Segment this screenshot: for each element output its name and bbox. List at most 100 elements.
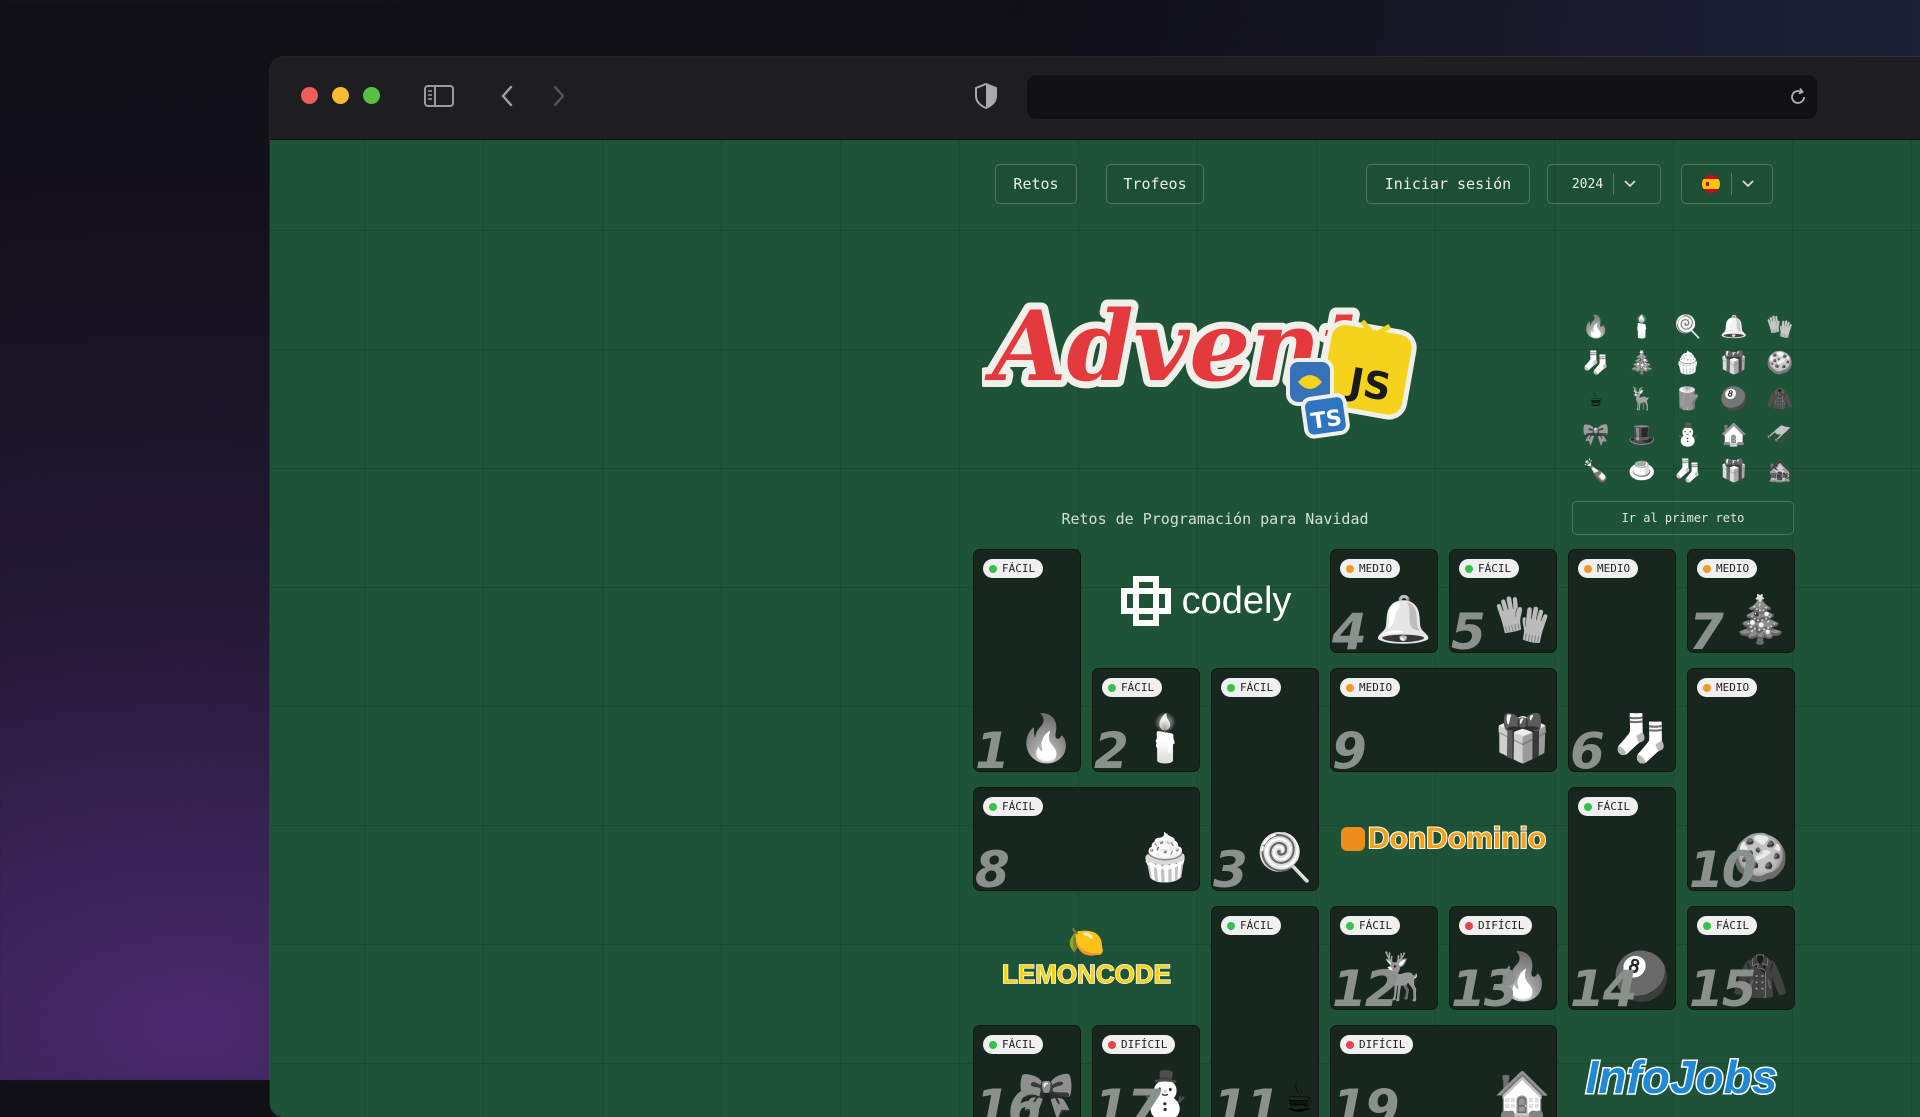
ts-badge: TS (1309, 406, 1343, 435)
infojobs-sponsor[interactable]: InfoJobs (1568, 1025, 1795, 1117)
language-select[interactable] (1681, 164, 1773, 204)
sock-icon[interactable]: 🧦 (1665, 459, 1711, 485)
day-tile-14[interactable]: FÁCIL 🎱 14 (1568, 787, 1676, 1010)
retos-link[interactable]: Retos (995, 164, 1077, 204)
day-number: 16 (975, 1079, 1043, 1117)
day-tile-8[interactable]: FÁCIL 🧁 8 (973, 787, 1200, 891)
spain-flag-icon (1701, 175, 1720, 193)
reload-icon[interactable] (1787, 86, 1809, 108)
stocking-icon: 🧦 (1612, 711, 1670, 765)
pudding-icon[interactable]: 🍮 (1619, 459, 1665, 485)
lemoncode-sponsor[interactable]: 🍋 LEMONCODE (973, 906, 1200, 1010)
reindeer-icon[interactable]: 🦌 (1619, 387, 1665, 413)
mitten-icon[interactable]: 🧤 (1757, 315, 1803, 341)
candle-icon[interactable]: 🕯️ (1619, 315, 1665, 341)
difficulty-label: FÁCIL (1002, 1038, 1036, 1051)
difficulty-label: MEDIO (1716, 681, 1750, 694)
trofeos-label: Trofeos (1123, 175, 1187, 193)
difficulty-label: MEDIO (1359, 681, 1393, 694)
chimney-icon[interactable]: 🏚️ (1757, 459, 1803, 485)
day-number: 6 (1570, 722, 1605, 772)
day-tile-3[interactable]: FÁCIL 🍭 3 (1211, 668, 1319, 891)
address-bar[interactable] (1027, 75, 1817, 119)
day-tile-6[interactable]: MEDIO 🧦 6 (1568, 549, 1676, 772)
year-select[interactable]: 2024 (1547, 164, 1661, 204)
difficulty-badge: FÁCIL (983, 797, 1044, 816)
first-challenge-button[interactable]: Ir al primer reto (1572, 501, 1794, 535)
day-tile-13[interactable]: DIFÍCIL 🔥 13 (1449, 906, 1557, 1010)
day-tile-7[interactable]: MEDIO 🎄 7 (1687, 549, 1795, 653)
bow-icon[interactable]: 🎀 (1573, 423, 1619, 449)
difficulty-badge: FÁCIL (1221, 916, 1282, 935)
day-tile-9[interactable]: MEDIO 🎁 9 (1330, 668, 1557, 772)
codely-sponsor[interactable]: codely (1092, 549, 1319, 653)
day-tile-2[interactable]: FÁCIL 🕯️ 2 (1092, 668, 1200, 772)
day-tile-17[interactable]: DIFÍCIL ⛄ 17 (1092, 1025, 1200, 1117)
day-tile-4[interactable]: MEDIO 🔔 4 (1330, 549, 1438, 653)
difficulty-label: FÁCIL (1002, 800, 1036, 813)
difficulty-label: FÁCIL (1240, 919, 1274, 932)
day-number: 4 (1332, 603, 1367, 653)
sleigh-icon[interactable]: 🛷 (1757, 423, 1803, 449)
fireplace-icon[interactable]: 🪵 (1665, 387, 1711, 413)
stocking-icon[interactable]: 🧦 (1573, 351, 1619, 377)
difficulty-badge: MEDIO (1340, 559, 1401, 578)
present-icon[interactable]: 🎁 (1711, 459, 1757, 485)
snow-house-icon: 🏠 (1493, 1068, 1551, 1117)
tree-icon[interactable]: 🎄 (1619, 351, 1665, 377)
day-number: 19 (1332, 1079, 1400, 1117)
difficulty-label: FÁCIL (1478, 562, 1512, 575)
dondominio-sponsor[interactable]: DonDominio (1330, 787, 1557, 891)
mug-icon[interactable]: ☕ (1573, 387, 1619, 413)
difficulty-badge: FÁCIL (1459, 559, 1520, 578)
day-number: 9 (1332, 722, 1367, 772)
minimize-window-button[interactable] (332, 87, 349, 104)
day-tile-1[interactable]: FÁCIL 🔥 1 (973, 549, 1081, 772)
difficulty-badge: FÁCIL (1221, 678, 1282, 697)
campfire-icon[interactable]: 🔥 (1573, 315, 1619, 341)
difficulty-label: DIFÍCIL (1121, 1038, 1168, 1051)
snow-house-icon[interactable]: 🏠 (1711, 423, 1757, 449)
difficulty-dot (1346, 564, 1354, 573)
sidebar-toggle-icon[interactable] (423, 81, 455, 111)
back-arrow-icon[interactable] (492, 81, 524, 111)
difficulty-badge: FÁCIL (1578, 797, 1639, 816)
maximize-window-button[interactable] (363, 87, 380, 104)
trofeos-link[interactable]: Trofeos (1106, 164, 1204, 204)
difficulty-badge: FÁCIL (1697, 916, 1758, 935)
day-tile-10[interactable]: MEDIO 🍪 10 (1687, 668, 1795, 891)
day-tile-16[interactable]: FÁCIL 🎀 16 (973, 1025, 1081, 1117)
forward-arrow-icon[interactable] (542, 81, 574, 111)
day-number: 14 (1570, 960, 1638, 1010)
difficulty-dot (1346, 1040, 1354, 1049)
sweater-icon[interactable]: 🧥 (1757, 387, 1803, 413)
day-tile-11[interactable]: FÁCIL ☕ 11 (1211, 906, 1319, 1117)
day-tile-12[interactable]: FÁCIL 🦌 12 (1330, 906, 1438, 1010)
close-window-button[interactable] (301, 87, 318, 104)
privacy-shield-icon[interactable] (970, 81, 1002, 111)
ornament-icon[interactable]: 🎱 (1711, 387, 1757, 413)
bottle-icon[interactable]: 🍾 (1573, 459, 1619, 485)
bell-icon[interactable]: 🔔 (1711, 315, 1757, 341)
difficulty-badge: FÁCIL (983, 559, 1044, 578)
login-button[interactable]: Iniciar sesión (1366, 164, 1530, 204)
day-number: 3 (1213, 841, 1248, 891)
gingerbread-icon[interactable]: 🍪 (1757, 351, 1803, 377)
cupcake-icon[interactable]: 🧁 (1665, 351, 1711, 377)
gift-icon[interactable]: 🎁 (1711, 351, 1757, 377)
day-number: 11 (1213, 1079, 1281, 1117)
browser-titlebar (270, 57, 1920, 140)
difficulty-dot (1108, 1040, 1116, 1049)
difficulty-label: FÁCIL (1121, 681, 1155, 694)
difficulty-badge: FÁCIL (1102, 678, 1163, 697)
difficulty-dot (1703, 683, 1711, 692)
snowman-icon[interactable]: ⛄ (1665, 423, 1711, 449)
hat-icon[interactable]: 🎩 (1619, 423, 1665, 449)
difficulty-badge: MEDIO (1697, 678, 1758, 697)
day-tile-5[interactable]: FÁCIL 🧤 5 (1449, 549, 1557, 653)
day-tile-19[interactable]: DIFÍCIL 🏠 19 (1330, 1025, 1557, 1117)
day-tile-15[interactable]: FÁCIL 🧥 15 (1687, 906, 1795, 1010)
mitten-icon: 🧤 (1493, 592, 1551, 646)
candy-cane-icon[interactable]: 🍭 (1665, 315, 1711, 341)
difficulty-dot (1584, 802, 1592, 811)
